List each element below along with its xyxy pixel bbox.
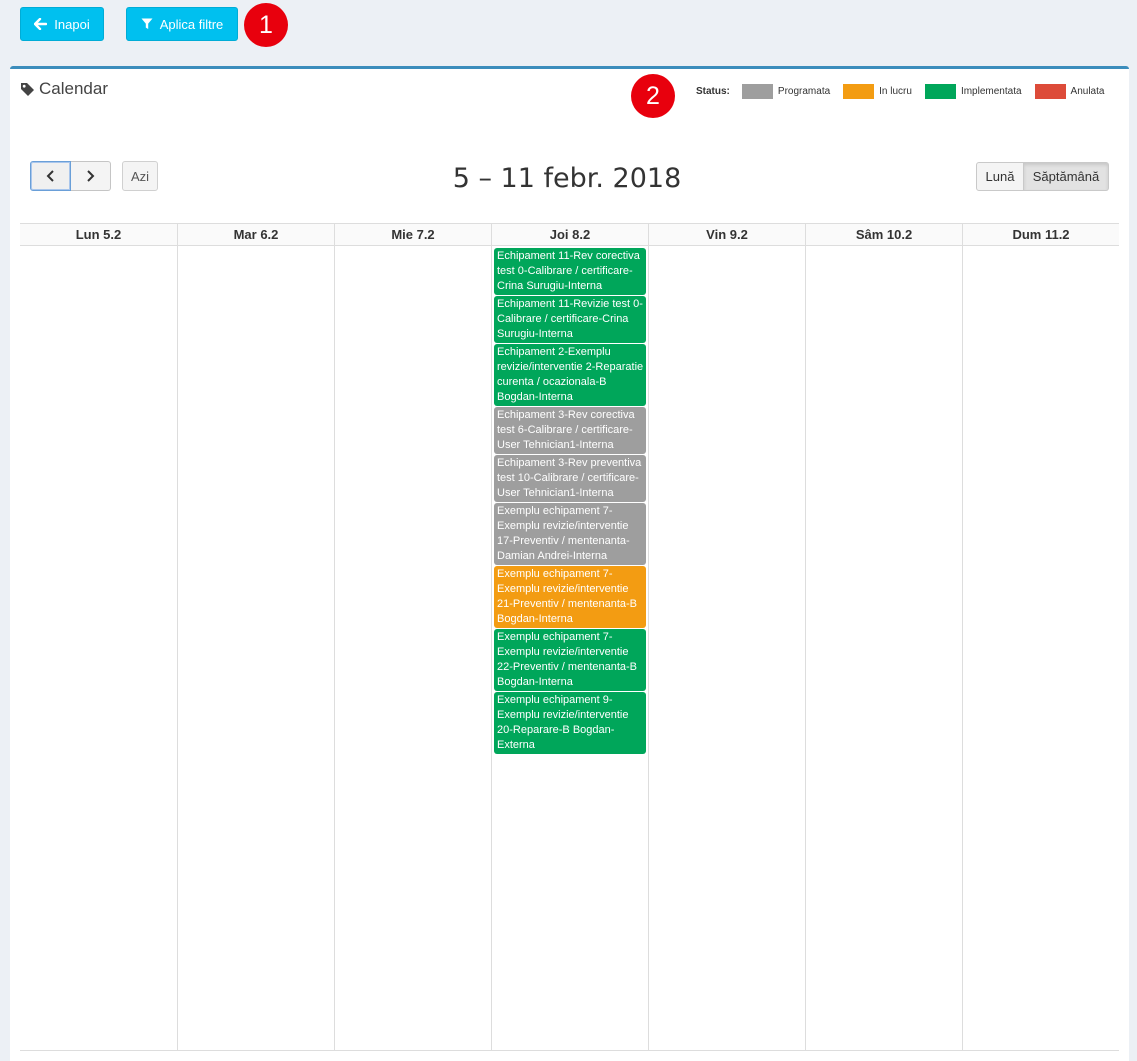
day-header-sat: Sâm 10.2 <box>805 224 962 245</box>
legend-label: In lucru <box>879 85 912 97</box>
apply-filters-label: Aplica filtre <box>159 16 224 32</box>
prev-week-button[interactable] <box>30 161 71 191</box>
box-title: Calendar <box>39 79 108 98</box>
calendar-event[interactable]: Echipament 3-Rev corectiva test 6-Calibr… <box>494 407 646 454</box>
box-header: Calendar <box>20 79 108 99</box>
annotation-marker-1: 1 <box>244 3 288 47</box>
legend-swatch <box>924 83 956 99</box>
next-week-button[interactable] <box>71 161 111 191</box>
calendar-event[interactable]: Exemplu echipament 7-Exemplu revizie/int… <box>494 629 646 691</box>
legend-swatch <box>843 83 875 99</box>
legend-item-in-lucru: In lucru <box>843 83 912 99</box>
day-column-fri[interactable] <box>648 246 805 1051</box>
day-header-tue: Mar 6.2 <box>177 224 334 245</box>
legend-label: Implementata <box>960 85 1022 97</box>
calendar-box: Calendar Status: Programata In lucru Imp… <box>10 66 1129 1061</box>
calendar-event[interactable]: Echipament 11-Revizie test 0-Calibrare /… <box>494 296 646 343</box>
legend-swatch <box>741 83 773 99</box>
chevron-right-icon <box>87 170 95 182</box>
day-header-sun: Dum 11.2 <box>962 224 1119 245</box>
day-column-sat[interactable] <box>805 246 962 1051</box>
calendar-event[interactable]: Echipament 2-Exemplu revizie/interventie… <box>494 344 646 406</box>
top-toolbar: Inapoi Aplica filtre 1 <box>0 0 1137 66</box>
day-column-thu[interactable]: Echipament 11-Rev corectiva test 0-Calib… <box>491 246 648 1051</box>
day-column-wed[interactable] <box>334 246 491 1051</box>
view-switcher: Lună Săptămână <box>976 162 1109 191</box>
calendar-date-range-title: 5 – 11 febr. 2018 <box>452 163 682 194</box>
legend-item-implementata: Implementata <box>924 83 1022 99</box>
day-header-thu: Joi 8.2 <box>491 224 648 245</box>
day-header-row: Lun 5.2 Mar 6.2 Mie 7.2 Joi 8.2 Vin 9.2 … <box>20 224 1119 246</box>
day-header-wed: Mie 7.2 <box>334 224 491 245</box>
day-column-tue[interactable] <box>177 246 334 1051</box>
today-button[interactable]: Azi <box>122 161 158 191</box>
legend-label: Anulata <box>1070 85 1105 97</box>
calendar-event[interactable]: Echipament 11-Rev corectiva test 0-Calib… <box>494 248 646 295</box>
week-view-button[interactable]: Săptămână <box>1024 162 1109 191</box>
month-view-button[interactable]: Lună <box>976 162 1024 191</box>
legend-title: Status: <box>696 85 730 97</box>
calendar-event[interactable]: Exemplu echipament 7-Exemplu revizie/int… <box>494 566 646 628</box>
calendar-event[interactable]: Echipament 3-Rev preventiva test 10-Cali… <box>494 455 646 502</box>
chevron-left-icon <box>46 170 54 182</box>
legend-label: Programata <box>777 85 831 97</box>
legend-item-anulata: Anulata <box>1034 83 1105 99</box>
day-column-mon[interactable] <box>20 246 177 1051</box>
legend-swatch <box>1034 83 1066 99</box>
calendar-event[interactable]: Exemplu echipament 9-Exemplu revizie/int… <box>494 692 646 754</box>
arrow-left-icon <box>34 18 48 30</box>
calendar-event[interactable]: Exemplu echipament 7-Exemplu revizie/int… <box>494 503 646 565</box>
tag-icon <box>21 82 34 96</box>
back-button[interactable]: Inapoi <box>20 7 104 41</box>
annotation-marker-2: 2 <box>631 74 675 118</box>
legend-item-programata: Programata <box>741 83 831 99</box>
day-header-mon: Lun 5.2 <box>75 227 122 242</box>
back-button-label: Inapoi <box>54 16 90 32</box>
status-legend: Status: Programata In lucru Implementata… <box>696 82 1104 100</box>
apply-filters-button[interactable]: Aplica filtre <box>126 7 238 41</box>
filter-icon <box>141 18 153 29</box>
day-header-fri: Vin 9.2 <box>648 224 805 245</box>
week-grid: Lun 5.2 Mar 6.2 Mie 7.2 Joi 8.2 Vin 9.2 … <box>20 223 1119 1051</box>
day-column-sun[interactable] <box>962 246 1119 1051</box>
